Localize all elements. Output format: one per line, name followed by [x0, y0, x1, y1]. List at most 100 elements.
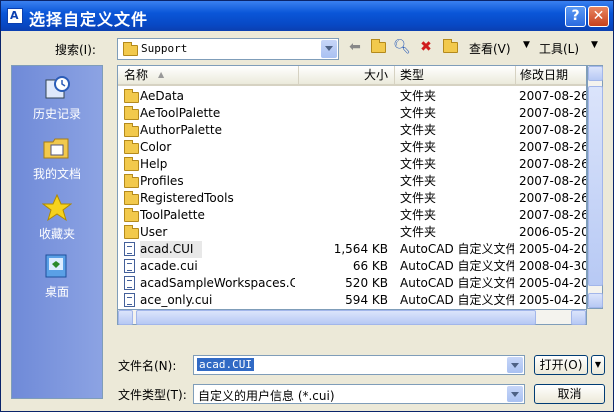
file-list-row[interactable]: acad.CUI 1,564 KB AutoCAD 自定义文件 2005-04-20 … [118, 241, 586, 258]
file-list-row[interactable]: ace_only.cui 594 KB AutoCAD 自定义文件 2005-04-2… [118, 292, 586, 309]
file-list[interactable]: 名称 ▲ 大小 类型 修改日期 AeData文件夹2007-08-26 2AeT… [117, 65, 587, 325]
file-list-row[interactable]: ToolPalette 文件夹 2007-08-26 2 [118, 207, 586, 224]
file-list-row[interactable]: AuthorPalette 文件夹 2007-08-26 2 [118, 122, 586, 139]
chevron-down-icon[interactable] [321, 40, 337, 58]
tools-menu[interactable]: 工具(L) [539, 40, 579, 57]
row-modified: 2007-08-26 2 [519, 174, 587, 188]
sort-ascending-icon: ▲ [158, 70, 165, 79]
file-list-row[interactable]: Color 文件夹 2007-08-26 2 [118, 139, 586, 156]
new-folder-icon[interactable] [441, 38, 459, 56]
open-options-dropdown-icon[interactable]: ▼ [591, 355, 605, 375]
row-size: 594 KB [345, 293, 388, 307]
vertical-scrollbar[interactable] [587, 65, 603, 309]
help-button[interactable]: ? [565, 6, 586, 27]
filename-value: acad.CUI [197, 358, 254, 371]
row-size: 520 KB [345, 276, 388, 290]
row-type: 文件夹 [400, 106, 437, 120]
filename-input[interactable]: acad.CUI [193, 355, 525, 375]
view-dropdown-icon: ▼ [523, 40, 530, 50]
place-my-documents-label: 我的文档 [32, 167, 81, 181]
filename-dropdown-icon[interactable] [507, 357, 523, 373]
folder-icon [124, 89, 139, 103]
row-size: 1,564 KB [333, 242, 388, 256]
row-type: 文件夹 [400, 191, 437, 205]
search-web-icon[interactable]: 🔍︎ [393, 38, 411, 56]
horizontal-scrollbar[interactable] [117, 309, 587, 325]
row-name: Profiles [140, 174, 184, 188]
row-modified: 2007-08-26 2 [519, 123, 587, 137]
title-bar[interactable]: 选择自定义文件 ? ✕ [1, 1, 613, 31]
close-button[interactable]: ✕ [588, 6, 609, 27]
view-menu[interactable]: 查看(V) [469, 40, 511, 57]
place-history[interactable]: 历史记录 [12, 74, 102, 122]
column-name-label: 名称 [124, 68, 149, 82]
filename-label: 文件名(N): [118, 359, 177, 373]
autocad-app-icon [7, 8, 23, 24]
history-icon [45, 76, 70, 99]
row-name: AeToolPalette [140, 106, 221, 120]
column-header-modified[interactable]: 修改日期 [515, 66, 586, 86]
my-documents-icon [43, 138, 69, 159]
vertical-scroll-thumb[interactable] [588, 86, 603, 286]
open-button[interactable]: 打开(O) [534, 355, 588, 375]
row-modified: 2007-08-26 2 [519, 191, 587, 205]
folder-icon [124, 157, 139, 171]
folder-icon [124, 174, 139, 188]
file-list-row[interactable]: User 文件夹 2006-05-20 2 [118, 224, 586, 241]
row-type: 文件夹 [400, 174, 437, 188]
filetype-dropdown-icon[interactable] [507, 386, 523, 402]
row-name: Color [140, 140, 172, 154]
place-favorites-label: 收藏夹 [38, 227, 75, 241]
desktop-icon [45, 254, 67, 278]
column-header-size[interactable]: 大小 [298, 66, 394, 86]
scroll-up-button[interactable] [588, 66, 603, 81]
scroll-down-button[interactable] [588, 293, 603, 308]
back-arrow-icon[interactable]: ⬅ [346, 38, 364, 56]
folder-icon [124, 208, 139, 222]
row-type: 文件夹 [400, 140, 437, 154]
cui-file-icon [124, 293, 135, 307]
delete-icon[interactable]: ✖ [417, 38, 435, 56]
column-modified-label: 修改日期 [520, 68, 569, 82]
column-header-name[interactable]: 名称 ▲ [118, 66, 298, 86]
scroll-left-button[interactable] [118, 310, 133, 325]
horizontal-scroll-thumb[interactable] [136, 310, 536, 325]
row-modified: 2007-08-26 2 [519, 208, 587, 222]
row-type: AutoCAD 自定义文件 [400, 242, 514, 256]
row-name: AeData [140, 89, 185, 103]
place-favorites[interactable]: 收藏夹 [12, 194, 102, 242]
filetype-select[interactable]: 自定义的用户信息 (*.cui) [193, 384, 525, 404]
file-list-row[interactable]: acade.cui 66 KB AutoCAD 自定义文件 2008-04-30 1 [118, 258, 586, 275]
location-value: Support [141, 42, 188, 55]
file-list-row[interactable]: AeData 文件夹 2007-08-26 2 [118, 88, 586, 105]
row-name: acade.cui [140, 259, 198, 273]
up-folder-icon[interactable] [369, 38, 387, 56]
place-my-documents[interactable]: 我的文档 [12, 134, 102, 182]
location-combo[interactable]: Support [117, 38, 339, 60]
cancel-button[interactable]: 取消 [534, 384, 605, 404]
file-list-row[interactable]: AeToolPalette 文件夹 2007-08-26 2 [118, 105, 586, 122]
row-modified: 2006-05-20 2 [519, 225, 587, 239]
row-type: AutoCAD 自定义文件 [400, 259, 514, 273]
file-list-row[interactable]: RegisteredTools 文件夹 2007-08-26 2 [118, 190, 586, 207]
column-header-type[interactable]: 类型 [394, 66, 515, 86]
row-modified: 2007-08-26 2 [519, 106, 587, 120]
file-list-row[interactable]: Profiles 文件夹 2007-08-26 2 [118, 173, 586, 190]
row-name: AuthorPalette [140, 123, 222, 137]
file-list-row[interactable]: Help 文件夹 2007-08-26 2 [118, 156, 586, 173]
row-type: 文件夹 [400, 157, 437, 171]
filetype-value: 自定义的用户信息 (*.cui) [198, 389, 335, 403]
places-bar: 历史记录 我的文档 收藏夹 桌面 [11, 65, 103, 399]
file-list-row[interactable]: acadSampleWorkspaces.CUI 520 KB AutoCAD 自定… [118, 275, 586, 292]
row-name: Help [140, 157, 168, 171]
folder-icon [124, 191, 139, 205]
favorites-icon [42, 194, 72, 222]
row-name: acadSampleWorkspaces.CUI [140, 276, 295, 290]
place-desktop[interactable]: 桌面 [12, 252, 102, 300]
cui-file-icon [124, 259, 135, 273]
row-type: 文件夹 [400, 208, 437, 222]
row-type: AutoCAD 自定义文件 [400, 276, 514, 290]
folder-icon [123, 42, 138, 56]
scroll-right-button[interactable] [571, 310, 586, 325]
folder-icon [124, 106, 139, 120]
